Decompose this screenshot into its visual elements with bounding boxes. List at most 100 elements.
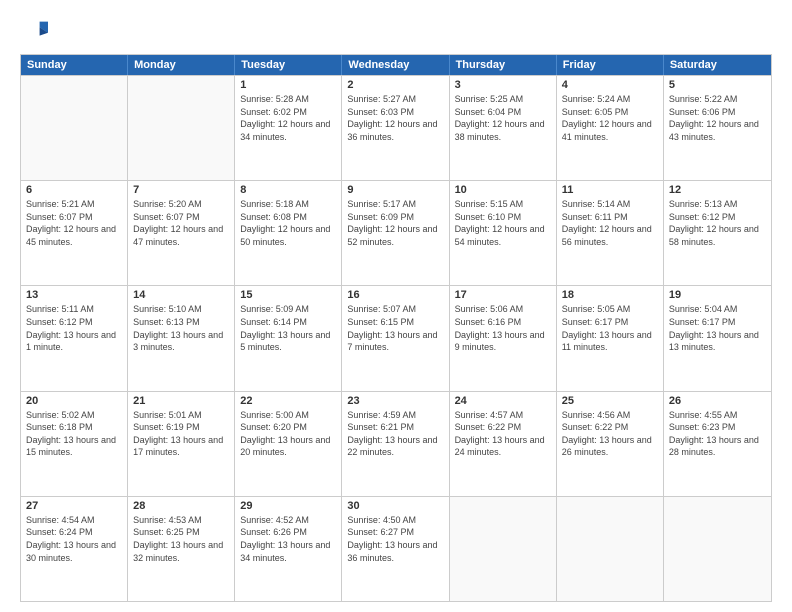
table-row: 29 Sunrise: 4:52 AMSunset: 6:26 PMDayligh… xyxy=(235,497,342,601)
calendar-header-saturday: Saturday xyxy=(664,55,771,75)
table-row: 22 Sunrise: 5:00 AMSunset: 6:20 PMDayligh… xyxy=(235,392,342,496)
table-row: 1 Sunrise: 5:28 AMSunset: 6:02 PMDaylight… xyxy=(235,76,342,180)
table-row: 19 Sunrise: 5:04 AMSunset: 6:17 PMDayligh… xyxy=(664,286,771,390)
day-number: 18 xyxy=(562,289,658,301)
day-info: Sunrise: 4:57 AMSunset: 6:22 PMDaylight:… xyxy=(455,409,551,459)
day-number: 12 xyxy=(669,184,766,196)
table-row: 20Sunrise: 5:02 AMSunset: 6:18 PMDayligh… xyxy=(21,392,128,496)
day-info: Sunrise: 5:24 AMSunset: 6:05 PMDaylight:… xyxy=(562,93,658,143)
day-info: Sunrise: 5:11 AMSunset: 6:12 PMDaylight:… xyxy=(26,303,122,353)
day-number: 8 xyxy=(240,184,336,196)
day-number: 22 xyxy=(240,395,336,407)
table-row: 8 Sunrise: 5:18 AMSunset: 6:08 PMDaylight… xyxy=(235,181,342,285)
day-info: Sunrise: 4:56 AMSunset: 6:22 PMDaylight:… xyxy=(562,409,658,459)
day-number: 4 xyxy=(562,79,658,91)
day-info: Sunrise: 4:55 AMSunset: 6:23 PMDaylight:… xyxy=(669,409,766,459)
day-info: Sunrise: 5:22 AMSunset: 6:06 PMDaylight:… xyxy=(669,93,766,143)
day-info: Sunrise: 5:09 AMSunset: 6:14 PMDaylight:… xyxy=(240,303,336,353)
calendar-header-monday: Monday xyxy=(128,55,235,75)
day-number: 30 xyxy=(347,500,443,512)
day-number: 21 xyxy=(133,395,229,407)
table-row: 9 Sunrise: 5:17 AMSunset: 6:09 PMDaylight… xyxy=(342,181,449,285)
day-info: Sunrise: 5:07 AMSunset: 6:15 PMDaylight:… xyxy=(347,303,443,353)
day-number: 1 xyxy=(240,79,336,91)
table-row: 5Sunrise: 5:22 AMSunset: 6:06 PMDaylight… xyxy=(664,76,771,180)
logo-icon xyxy=(20,16,48,44)
calendar-week-4: 20Sunrise: 5:02 AMSunset: 6:18 PMDayligh… xyxy=(21,391,771,496)
day-info: Sunrise: 5:06 AMSunset: 6:16 PMDaylight:… xyxy=(455,303,551,353)
day-number: 25 xyxy=(562,395,658,407)
day-number: 2 xyxy=(347,79,443,91)
day-info: Sunrise: 5:18 AMSunset: 6:08 PMDaylight:… xyxy=(240,198,336,248)
calendar-header-friday: Friday xyxy=(557,55,664,75)
table-row: 25 Sunrise: 4:56 AMSunset: 6:22 PMDayligh… xyxy=(557,392,664,496)
day-number: 17 xyxy=(455,289,551,301)
day-number: 23 xyxy=(347,395,443,407)
day-number: 26 xyxy=(669,395,766,407)
day-info: Sunrise: 5:25 AMSunset: 6:04 PMDaylight:… xyxy=(455,93,551,143)
day-number: 20 xyxy=(26,395,122,407)
day-info: Sunrise: 5:27 AMSunset: 6:03 PMDaylight:… xyxy=(347,93,443,143)
day-info: Sunrise: 5:15 AMSunset: 6:10 PMDaylight:… xyxy=(455,198,551,248)
day-info: Sunrise: 5:17 AMSunset: 6:09 PMDaylight:… xyxy=(347,198,443,248)
table-row xyxy=(128,76,235,180)
table-row: 27 Sunrise: 4:54 AMSunset: 6:24 PMDayligh… xyxy=(21,497,128,601)
day-info: Sunrise: 5:14 AMSunset: 6:11 PMDaylight:… xyxy=(562,198,658,248)
table-row xyxy=(21,76,128,180)
day-info: Sunrise: 4:53 AMSunset: 6:25 PMDaylight:… xyxy=(133,514,229,564)
day-number: 13 xyxy=(26,289,122,301)
table-row: 17 Sunrise: 5:06 AMSunset: 6:16 PMDayligh… xyxy=(450,286,557,390)
day-info: Sunrise: 5:13 AMSunset: 6:12 PMDaylight:… xyxy=(669,198,766,248)
day-number: 16 xyxy=(347,289,443,301)
calendar-week-2: 6 Sunrise: 5:21 AMSunset: 6:07 PMDaylight… xyxy=(21,180,771,285)
table-row: 13 Sunrise: 5:11 AMSunset: 6:12 PMDayligh… xyxy=(21,286,128,390)
day-info: Sunrise: 5:21 AMSunset: 6:07 PMDaylight:… xyxy=(26,198,122,248)
calendar-header-sunday: Sunday xyxy=(21,55,128,75)
table-row: 30 Sunrise: 4:50 AMSunset: 6:27 PMDayligh… xyxy=(342,497,449,601)
day-info: Sunrise: 4:59 AMSunset: 6:21 PMDaylight:… xyxy=(347,409,443,459)
table-row: 23 Sunrise: 4:59 AMSunset: 6:21 PMDayligh… xyxy=(342,392,449,496)
day-number: 10 xyxy=(455,184,551,196)
table-row: 15 Sunrise: 5:09 AMSunset: 6:14 PMDayligh… xyxy=(235,286,342,390)
logo xyxy=(20,16,52,44)
day-number: 19 xyxy=(669,289,766,301)
table-row: 3 Sunrise: 5:25 AMSunset: 6:04 PMDaylight… xyxy=(450,76,557,180)
day-info: Sunrise: 5:04 AMSunset: 6:17 PMDaylight:… xyxy=(669,303,766,353)
day-number: 28 xyxy=(133,500,229,512)
table-row xyxy=(557,497,664,601)
calendar-header-wednesday: Wednesday xyxy=(342,55,449,75)
calendar-header: SundayMondayTuesdayWednesdayThursdayFrid… xyxy=(21,55,771,75)
day-number: 15 xyxy=(240,289,336,301)
day-info: Sunrise: 4:52 AMSunset: 6:26 PMDaylight:… xyxy=(240,514,336,564)
day-number: 29 xyxy=(240,500,336,512)
day-number: 9 xyxy=(347,184,443,196)
calendar-week-5: 27 Sunrise: 4:54 AMSunset: 6:24 PMDayligh… xyxy=(21,496,771,601)
table-row: 16 Sunrise: 5:07 AMSunset: 6:15 PMDayligh… xyxy=(342,286,449,390)
table-row: 6 Sunrise: 5:21 AMSunset: 6:07 PMDaylight… xyxy=(21,181,128,285)
calendar-week-1: 1 Sunrise: 5:28 AMSunset: 6:02 PMDaylight… xyxy=(21,75,771,180)
table-row xyxy=(450,497,557,601)
table-row: 24Sunrise: 4:57 AMSunset: 6:22 PMDayligh… xyxy=(450,392,557,496)
table-row: 28 Sunrise: 4:53 AMSunset: 6:25 PMDayligh… xyxy=(128,497,235,601)
table-row: 12 Sunrise: 5:13 AMSunset: 6:12 PMDayligh… xyxy=(664,181,771,285)
table-row xyxy=(664,497,771,601)
day-info: Sunrise: 5:10 AMSunset: 6:13 PMDaylight:… xyxy=(133,303,229,353)
day-info: Sunrise: 5:01 AMSunset: 6:19 PMDaylight:… xyxy=(133,409,229,459)
table-row: 7 Sunrise: 5:20 AMSunset: 6:07 PMDaylight… xyxy=(128,181,235,285)
day-info: Sunrise: 4:54 AMSunset: 6:24 PMDaylight:… xyxy=(26,514,122,564)
table-row: 2 Sunrise: 5:27 AMSunset: 6:03 PMDaylight… xyxy=(342,76,449,180)
table-row: 21 Sunrise: 5:01 AMSunset: 6:19 PMDayligh… xyxy=(128,392,235,496)
calendar-header-thursday: Thursday xyxy=(450,55,557,75)
calendar-header-tuesday: Tuesday xyxy=(235,55,342,75)
calendar-body: 1 Sunrise: 5:28 AMSunset: 6:02 PMDaylight… xyxy=(21,75,771,601)
day-number: 3 xyxy=(455,79,551,91)
day-info: Sunrise: 5:20 AMSunset: 6:07 PMDaylight:… xyxy=(133,198,229,248)
day-info: Sunrise: 4:50 AMSunset: 6:27 PMDaylight:… xyxy=(347,514,443,564)
day-info: Sunrise: 5:28 AMSunset: 6:02 PMDaylight:… xyxy=(240,93,336,143)
day-number: 7 xyxy=(133,184,229,196)
day-number: 27 xyxy=(26,500,122,512)
day-info: Sunrise: 5:00 AMSunset: 6:20 PMDaylight:… xyxy=(240,409,336,459)
table-row: 18Sunrise: 5:05 AMSunset: 6:17 PMDayligh… xyxy=(557,286,664,390)
day-number: 6 xyxy=(26,184,122,196)
table-row: 11Sunrise: 5:14 AMSunset: 6:11 PMDayligh… xyxy=(557,181,664,285)
